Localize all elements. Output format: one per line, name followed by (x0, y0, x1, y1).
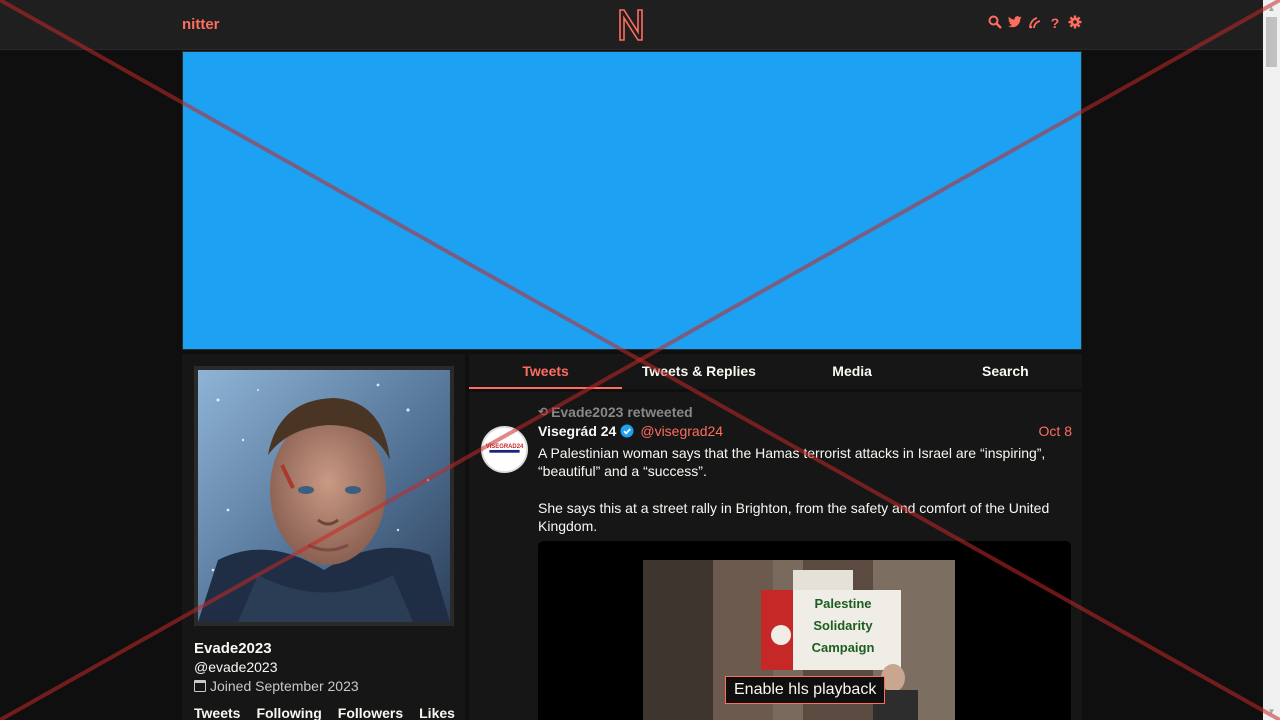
tweet-paragraph: She says this at a street rally in Brigh… (538, 500, 1050, 534)
profile-card: Evade2023 @evade2023 Joined September 20… (182, 354, 465, 720)
tweet-paragraph: A Palestinian woman says that the Hamas … (538, 445, 1046, 479)
tab-media[interactable]: Media (776, 354, 929, 389)
verified-icon (620, 424, 634, 438)
profile-joined: Joined September 2023 (194, 678, 359, 694)
rss-icon[interactable] (1028, 15, 1042, 31)
timeline-tabs: Tweets Tweets & Replies Media Search (469, 354, 1082, 389)
search-icon[interactable] (988, 15, 1002, 31)
sign-line-2: Solidarity (813, 618, 873, 633)
nitter-logo-icon[interactable] (617, 8, 645, 42)
tab-search[interactable]: Search (929, 354, 1082, 389)
sign-line-1: Palestine (814, 596, 871, 611)
stat-followers[interactable]: Followers (338, 705, 403, 720)
tab-tweets-replies[interactable]: Tweets & Replies (622, 354, 775, 389)
profile-username[interactable]: @evade2023 (194, 659, 278, 675)
tweet-video[interactable]: Palestine Solidarity Campaign Enable hls… (538, 541, 1071, 720)
timeline: ⟲ Evade2023 retweeted VISEGRAD24 Visegrá… (469, 392, 1082, 720)
scroll-up-icon[interactable]: ▲ (1263, 0, 1280, 17)
enable-hls-playback-button[interactable]: Enable hls playback (725, 676, 886, 704)
retweet-header: ⟲ Evade2023 retweeted (538, 404, 693, 420)
help-icon[interactable]: ? (1048, 15, 1062, 31)
profile-avatar[interactable] (194, 366, 454, 626)
gear-icon[interactable] (1068, 15, 1082, 31)
scroll-down-icon[interactable]: ▼ (1263, 703, 1280, 720)
tweet-fullname[interactable]: Visegrád 24 (538, 423, 616, 439)
calendar-icon (194, 680, 206, 692)
retweet-icon: ⟲ (538, 405, 549, 419)
tab-tweets[interactable]: Tweets (469, 354, 623, 389)
twitter-bird-icon[interactable] (1008, 15, 1022, 31)
profile-fullname[interactable]: Evade2023 (194, 640, 272, 657)
profile-stats: Tweets Following Followers Likes (194, 705, 455, 720)
tweet-body: A Palestinian woman says that the Hamas … (538, 444, 1071, 554)
profile-joined-text: Joined September 2023 (210, 678, 359, 694)
stat-tweets[interactable]: Tweets (194, 705, 240, 720)
profile-banner[interactable] (182, 51, 1082, 350)
brand-link[interactable]: nitter (182, 16, 220, 33)
nav-icons: ? (988, 15, 1082, 31)
stat-following[interactable]: Following (256, 705, 321, 720)
page-scrollbar[interactable]: ▲ ▼ (1263, 0, 1280, 720)
stat-likes[interactable]: Likes (419, 705, 455, 720)
tweet-avatar[interactable]: VISEGRAD24 (481, 426, 528, 473)
tweet-username[interactable]: @visegrad24 (640, 423, 723, 439)
scroll-thumb[interactable] (1266, 17, 1277, 67)
navbar: nitter ? (0, 0, 1263, 50)
retweet-header-text[interactable]: Evade2023 retweeted (551, 404, 693, 420)
tweet-date[interactable]: Oct 8 (1039, 423, 1072, 439)
tweet-avatar-text: VISEGRAD24 (486, 444, 524, 450)
sign-line-3: Campaign (812, 640, 875, 655)
tweet-header: Visegrád 24 @visegrad24 (538, 423, 723, 439)
